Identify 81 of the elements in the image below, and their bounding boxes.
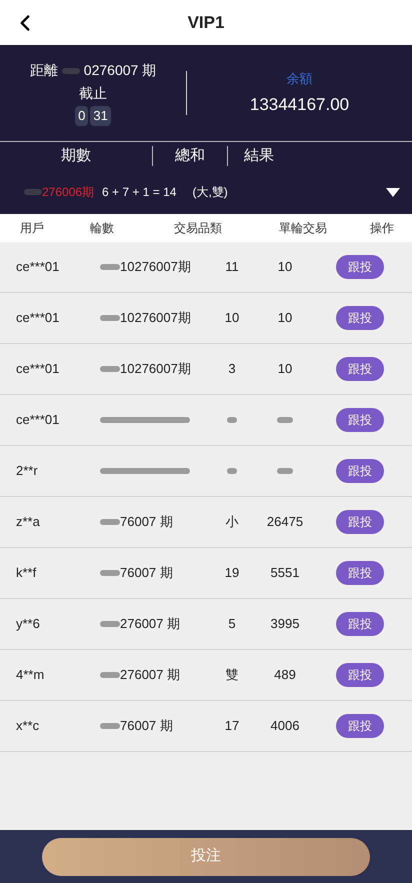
- table-header: 輪數: [90, 220, 115, 237]
- blurred-mark-icon: [62, 66, 80, 76]
- table-cell-text: 10276007期: [120, 360, 191, 378]
- follow-bet-button[interactable]: 跟投: [336, 255, 384, 279]
- follow-bet-button[interactable]: 跟投: [336, 663, 384, 687]
- column-heading: 期數: [60, 146, 92, 166]
- follow-bet-button[interactable]: 跟投: [336, 408, 384, 432]
- follow-bet-button[interactable]: 跟投: [336, 561, 384, 585]
- table-cell-text: 3995: [270, 615, 300, 634]
- table-cell-text: 小: [226, 513, 238, 532]
- table-cell-text: 26475: [266, 513, 304, 532]
- column-heading: 結果: [243, 146, 274, 166]
- expand-button[interactable]: [386, 188, 400, 196]
- table-header: 用戶: [19, 220, 45, 237]
- table-cell-text: 489: [274, 666, 296, 684]
- table-cell-text: ce***01: [15, 309, 60, 328]
- table-cell-text: 10: [278, 360, 292, 378]
- table-cell-text: 76007 期: [120, 717, 173, 736]
- blurred-mark-icon: [100, 313, 120, 323]
- table-cell-text: 76007 期: [120, 564, 173, 582]
- blurred-mark-icon: [227, 466, 237, 476]
- blurred-mark-icon: [100, 466, 190, 476]
- table-cell-text: 76007 期: [120, 513, 173, 532]
- table-cell-text: 5: [228, 615, 236, 634]
- table-cell-text: 11: [225, 258, 239, 276]
- blurred-mark-icon: [100, 517, 120, 527]
- balance-label: 余額: [286, 70, 312, 88]
- blurred-mark-icon: [100, 364, 120, 374]
- table-cell-text: ce***01: [15, 360, 60, 378]
- latest-period: 276006期: [42, 184, 94, 201]
- balance-value: 13344167.00: [250, 94, 350, 116]
- blurred-mark-icon: [100, 670, 120, 680]
- follow-bet-button[interactable]: 跟投: [336, 459, 384, 483]
- table-cell-text: 10276007期: [120, 309, 191, 328]
- table-cell-text: 4006: [270, 717, 300, 736]
- follow-bet-button[interactable]: 跟投: [336, 510, 384, 534]
- latest-result: (大,雙): [192, 184, 228, 201]
- countdown-prefix: 距離: [30, 61, 58, 80]
- table-cell-text: y**6: [15, 615, 41, 634]
- blurred-mark-icon: [100, 721, 120, 731]
- page-title: VIP1: [188, 12, 224, 34]
- follow-bet-button[interactable]: 跟投: [336, 306, 384, 330]
- latest-sum: 6 + 7 + 1 = 14: [102, 184, 176, 201]
- column-heading: 總和: [174, 146, 206, 166]
- table-cell-text: 276007 期: [120, 615, 180, 634]
- table-cell-text: x**c: [15, 717, 40, 736]
- table-cell-text: 2**r: [15, 462, 39, 480]
- blurred-mark-icon: [277, 466, 293, 476]
- follow-bet-button[interactable]: 跟投: [336, 714, 384, 738]
- follow-bet-button[interactable]: 跟投: [336, 612, 384, 636]
- table-cell-text: 10: [278, 309, 292, 328]
- blurred-mark-icon: [24, 187, 42, 197]
- blurred-mark-icon: [100, 262, 120, 272]
- table-cell-text: ce***01: [15, 411, 60, 430]
- blurred-mark-icon: [277, 415, 293, 425]
- table-cell-text: 5551: [270, 564, 300, 582]
- table-cell-text: k**f: [15, 564, 38, 582]
- blurred-mark-icon: [100, 568, 120, 578]
- blurred-mark-icon: [227, 415, 237, 425]
- table-cell-text: 3: [228, 360, 236, 378]
- countdown-digit: 31: [90, 106, 111, 126]
- table-cell-text: 10: [224, 309, 240, 328]
- follow-bet-button[interactable]: 跟投: [336, 357, 384, 381]
- blurred-mark-icon: [100, 415, 190, 425]
- blurred-mark-icon: [100, 619, 120, 629]
- countdown-digit: 0: [75, 106, 88, 126]
- table-cell-text: 17: [224, 717, 240, 736]
- deadline-label: 截止: [79, 84, 107, 104]
- table-header: 交易品類: [173, 220, 223, 237]
- table-cell-text: 276007 期: [120, 666, 180, 684]
- table-cell-text: ce***01: [15, 258, 60, 276]
- table-cell-text: 10276007期: [120, 258, 191, 276]
- dropdown-icon: [386, 188, 400, 196]
- table-cell-text: 10: [278, 258, 292, 276]
- table-header: 單輪交易: [278, 220, 328, 237]
- period-number: 0276007 期: [84, 61, 156, 80]
- table-cell-text: 4**m: [15, 666, 46, 684]
- table-cell-text: z**a: [15, 513, 41, 532]
- table-header: 操作: [369, 220, 395, 237]
- table-cell-text: 19: [224, 564, 240, 582]
- table-cell-text: 雙: [226, 666, 238, 684]
